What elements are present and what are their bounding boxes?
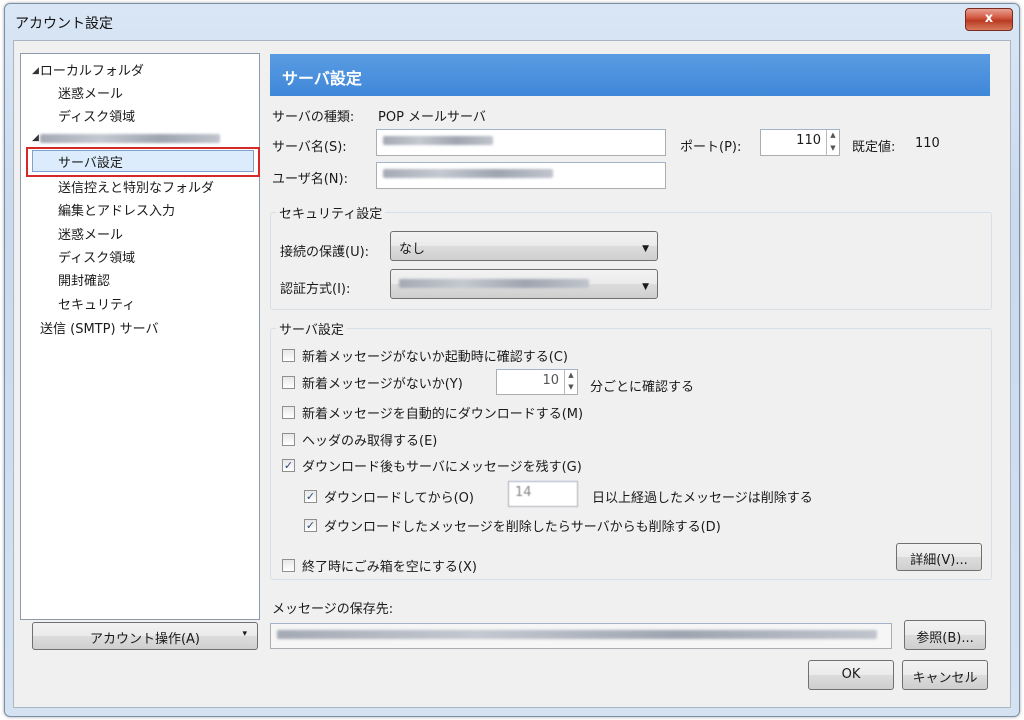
check-interval-suffix: 分ごとに確認する <box>590 380 695 395</box>
delete-on-server-checkbox[interactable]: ✓ <box>304 519 317 532</box>
check-interval-value: 10 <box>542 373 559 388</box>
tree-item-security[interactable]: セキュリティ <box>58 294 135 313</box>
tree-item-smtp[interactable]: 送信 (SMTP) サーバ <box>40 318 159 337</box>
check-startup-checkbox[interactable] <box>282 349 295 362</box>
tree-item-label: ローカルフォルダ <box>39 64 144 79</box>
username-field[interactable] <box>376 162 666 189</box>
tree-item-local-junk[interactable]: 迷惑メール <box>58 83 123 102</box>
server-name-field[interactable] <box>376 129 666 156</box>
close-button[interactable]: x <box>965 8 1013 31</box>
dropdown-arrow-icon: ▼ <box>642 282 649 292</box>
auth-method-label: 認証方式(I): <box>280 282 351 297</box>
delete-after-days-field[interactable]: 14 <box>508 481 578 507</box>
server-type-value: POP メールサーバ <box>378 110 486 125</box>
tree-item-disk[interactable]: ディスク領域 <box>58 247 135 266</box>
tree-item-return-receipts[interactable]: 開封確認 <box>58 270 110 289</box>
server-settings-group <box>270 328 992 580</box>
delete-after-row[interactable]: ✓ ダウンロードしてから(O) <box>304 487 474 506</box>
check-startup-row[interactable]: 新着メッセージがないか起動時に確認する(C) <box>282 346 568 365</box>
tree-item-copies-folders[interactable]: 送信控えと特別なフォルダ <box>58 177 214 196</box>
empty-trash-checkbox[interactable] <box>282 559 295 572</box>
auth-method-select[interactable]: ▼ <box>390 269 658 299</box>
delete-after-checkbox[interactable]: ✓ <box>304 490 317 503</box>
empty-trash-row[interactable]: 終了時にごみ箱を空にする(X) <box>282 556 477 575</box>
auto-download-row[interactable]: 新着メッセージを自動的にダウンロードする(M) <box>282 403 583 422</box>
redacted-storage-path <box>277 630 877 639</box>
advanced-button[interactable]: 詳細(V)... <box>896 543 982 571</box>
storage-label: メッセージの保存先: <box>272 602 394 617</box>
spin-up-icon[interactable]: ▲ <box>827 130 839 143</box>
window-title: アカウント設定 <box>15 16 113 32</box>
port-label: ポート(P): <box>680 140 742 155</box>
spin-up-icon[interactable]: ▲ <box>565 370 577 382</box>
delete-after-suffix: 日以上経過したメッセージは削除する <box>592 491 813 506</box>
tree-item-composition[interactable]: 編集とアドレス入力 <box>58 200 175 219</box>
delete-after-label: ダウンロードしてから(O) <box>324 491 474 506</box>
title-bar[interactable]: アカウント設定 x <box>5 4 1019 40</box>
tree-item-account-redacted[interactable]: ◢ <box>32 131 220 146</box>
leave-on-server-row[interactable]: ✓ ダウンロード後もサーバにメッセージを残す(G) <box>282 456 582 475</box>
browse-button[interactable]: 参照(B)... <box>904 620 986 650</box>
security-group-title: セキュリティ設定 <box>276 203 386 222</box>
ok-button[interactable]: OK <box>808 660 894 690</box>
check-every-label: 新着メッセージがないか(Y) <box>302 377 463 392</box>
collapse-triangle-icon[interactable]: ◢ <box>32 66 39 76</box>
leave-on-server-label: ダウンロード後もサーバにメッセージを残す(G) <box>302 460 582 475</box>
redacted-server-name <box>383 136 493 145</box>
default-value: 110 <box>915 136 940 151</box>
panel-header: サーバ設定 <box>270 54 990 96</box>
delete-on-server-row[interactable]: ✓ ダウンロードしたメッセージを削除したらサーバからも削除する(D) <box>304 516 721 535</box>
server-settings-group-title: サーバ設定 <box>276 319 347 338</box>
cancel-button[interactable]: キャンセル <box>902 660 988 690</box>
port-value: 110 <box>796 133 821 148</box>
account-actions-label: アカウント操作(A) <box>89 632 201 647</box>
redacted-auth-method <box>399 279 589 288</box>
tree-item-junk[interactable]: 迷惑メール <box>58 224 123 243</box>
collapse-triangle-icon[interactable]: ◢ <box>32 133 39 143</box>
tree-item-local-folders[interactable]: ◢ローカルフォルダ <box>32 60 144 79</box>
connection-security-value: なし <box>399 242 426 257</box>
redacted-username <box>383 169 553 178</box>
headers-only-label: ヘッダのみ取得する(E) <box>302 434 438 449</box>
storage-path-field[interactable] <box>270 623 892 649</box>
auto-download-label: 新着メッセージを自動的にダウンロードする(M) <box>302 407 584 422</box>
spin-down-icon[interactable]: ▼ <box>565 382 577 394</box>
account-actions-button[interactable]: アカウント操作(A) ▾ <box>32 622 258 650</box>
username-label: ユーザ名(N): <box>272 172 348 187</box>
connection-security-select[interactable]: なし ▼ <box>390 231 658 261</box>
delete-on-server-label: ダウンロードしたメッセージを削除したらサーバからも削除する(D) <box>324 520 721 535</box>
dropdown-arrow-icon: ▾ <box>242 629 247 639</box>
redacted-account-name <box>39 134 220 143</box>
tree-item-server-settings[interactable]: サーバ設定 <box>58 152 123 171</box>
port-spinner[interactable]: ▲ ▼ <box>826 130 839 155</box>
server-name-label: サーバ名(S): <box>272 140 347 155</box>
delete-after-days-value: 14 <box>515 485 532 500</box>
dropdown-arrow-icon: ▼ <box>642 244 649 254</box>
headers-only-row[interactable]: ヘッダのみ取得する(E) <box>282 430 437 449</box>
tree-item-local-disk[interactable]: ディスク領域 <box>58 106 135 125</box>
empty-trash-label: 終了時にごみ箱を空にする(X) <box>302 560 477 575</box>
check-interval-spinner[interactable]: ▲ ▼ <box>564 370 577 394</box>
connection-security-label: 接続の保護(U): <box>280 245 370 260</box>
server-type-label: サーバの種類: <box>272 110 355 125</box>
leave-on-server-checkbox[interactable]: ✓ <box>282 459 295 472</box>
headers-only-checkbox[interactable] <box>282 433 295 446</box>
check-every-row[interactable]: 新着メッセージがないか(Y) <box>282 373 463 392</box>
spin-down-icon[interactable]: ▼ <box>827 143 839 156</box>
default-label: 既定値: <box>852 140 896 155</box>
auto-download-checkbox[interactable] <box>282 406 295 419</box>
check-every-checkbox[interactable] <box>282 376 295 389</box>
check-startup-label: 新着メッセージがないか起動時に確認する(C) <box>302 350 568 365</box>
